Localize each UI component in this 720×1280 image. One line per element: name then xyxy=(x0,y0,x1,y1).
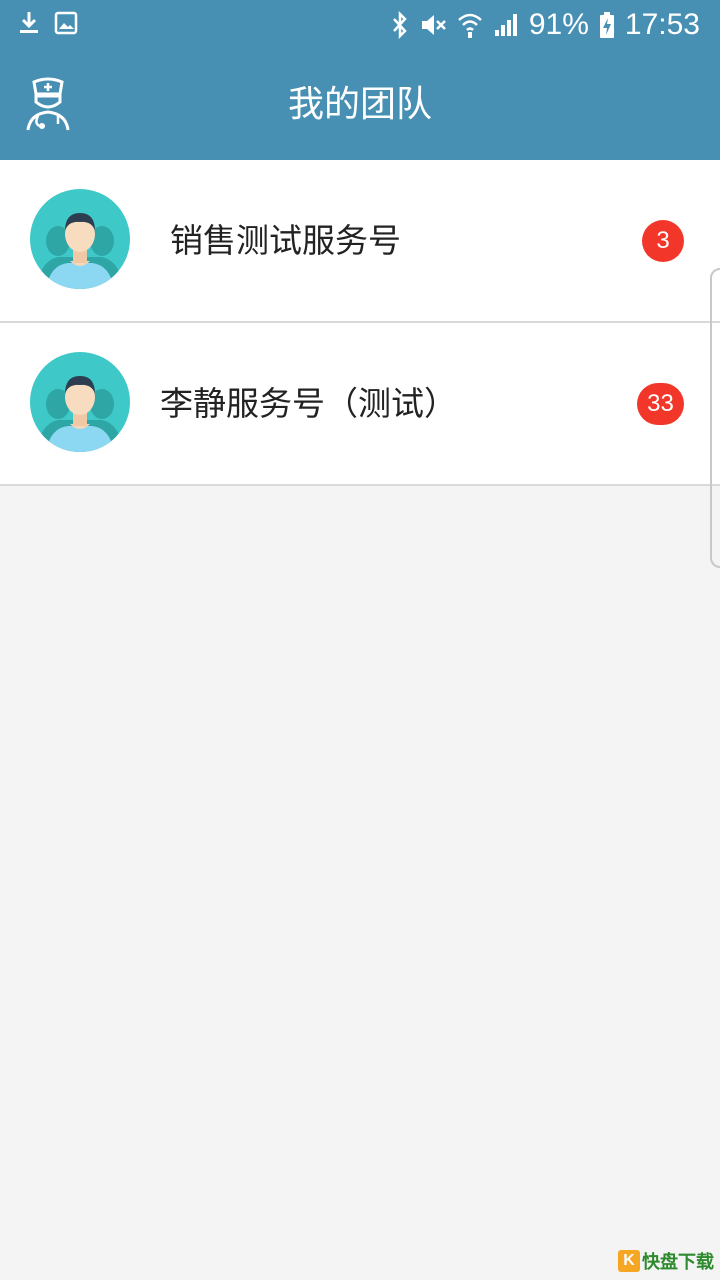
app-bar: 我的团队 xyxy=(0,50,720,160)
user-avatar-icon xyxy=(30,189,130,289)
signal-icon xyxy=(494,14,517,36)
user-avatar-icon xyxy=(30,352,130,452)
team-list: 销售测试服务号 3 李静服务号（测试） 33 xyxy=(0,160,720,486)
status-icons-left xyxy=(18,10,78,36)
battery-percent: 91% xyxy=(528,8,589,41)
team-list-item[interactable]: 李静服务号（测试） 33 xyxy=(0,323,720,486)
clock: 17:53 xyxy=(624,8,700,41)
team-name: 销售测试服务号 xyxy=(170,221,401,260)
battery-charging-icon xyxy=(599,12,614,38)
team-name: 李静服务号（测试） xyxy=(160,384,457,423)
status-icons-right: 91% 17:53 xyxy=(391,6,700,44)
edge-panel-handle[interactable] xyxy=(710,268,720,568)
team-list-item[interactable]: 销售测试服务号 3 xyxy=(0,160,720,323)
image-icon xyxy=(54,11,78,35)
wifi-icon xyxy=(458,13,482,38)
mute-icon xyxy=(421,15,446,35)
status-bar: 91% 17:53 xyxy=(0,0,720,50)
page-title: 我的团队 xyxy=(287,84,432,125)
watermark-logo: K 快盘下载 xyxy=(618,1248,714,1274)
unread-badge: 3 xyxy=(642,220,684,262)
watermark-text: 快盘下载 xyxy=(642,1252,714,1273)
bluetooth-icon xyxy=(392,11,407,39)
download-icon xyxy=(20,12,38,33)
unread-badge: 33 xyxy=(637,383,684,425)
watermark-letter: K xyxy=(618,1250,640,1272)
